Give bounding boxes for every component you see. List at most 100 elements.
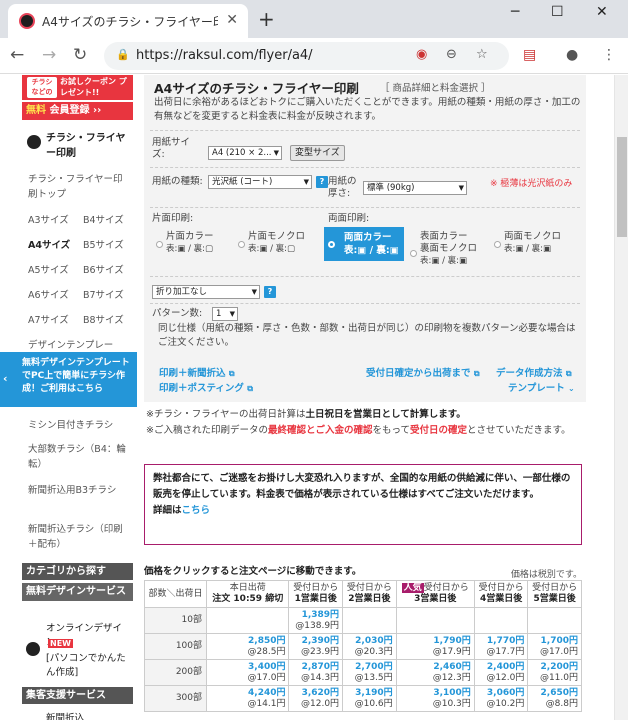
single-color-radio[interactable] (156, 241, 163, 248)
double-mono-radio[interactable] (494, 241, 501, 248)
chevron-left-icon[interactable]: ‹ (3, 372, 8, 385)
menu-icon[interactable]: ⋮ (602, 47, 616, 63)
sidebar-item-size[interactable]: B7サイズ (83, 287, 124, 301)
maximize-icon[interactable]: ☐ (551, 4, 564, 20)
price-cell (395, 607, 475, 634)
sidebar-item-flyer-top[interactable]: チラシ・フライヤー印刷トップ (28, 172, 128, 202)
price-cell (473, 607, 529, 634)
sidebar-item-mishin[interactable]: ミシン目付きチラシ (28, 417, 113, 431)
single-color-option[interactable]: 片面カラー 表:▣ / 裏:▢ (166, 231, 214, 255)
price-cell[interactable]: 3,400円 @17.0円 (205, 659, 290, 686)
help-icon[interactable]: ? (264, 286, 276, 298)
single-mono-radio[interactable] (238, 241, 245, 248)
price-cell[interactable]: 2,460円 @12.3円 (395, 659, 475, 686)
price-cell[interactable]: 2,700円 @13.5円 (342, 659, 397, 686)
chevron-down-icon: ▼ (229, 310, 235, 318)
price-cell[interactable]: 2,390円 @23.9円 (288, 633, 344, 660)
page-scrollbar[interactable] (614, 75, 628, 720)
sidebar-item-size[interactable]: B4サイズ (83, 212, 124, 226)
supply-notice-box: 弊社都合にて、ご迷惑をお掛けし大変恐れ入りますが、全国的な用紙の供給減に伴い、一… (144, 464, 582, 545)
data-method-link[interactable]: データ作成方法 ⧉ (496, 365, 572, 379)
notice-detail-link[interactable]: こちら (182, 505, 211, 516)
price-cell[interactable]: 3,620円 @12.0円 (288, 685, 344, 712)
sidebar-item-newspaper[interactable]: 新聞折込 (46, 710, 84, 720)
back-icon[interactable]: ← (10, 45, 24, 65)
fold-select[interactable]: 折り加工なし ▼ (152, 285, 260, 299)
print-posting-link[interactable]: 印刷＋ポスティング ⧉ (159, 380, 253, 394)
double-color-option[interactable]: 両面カラー 表:▣ / 裏:▣ (324, 227, 404, 261)
price-cell[interactable]: 2,870円 @14.3円 (288, 659, 344, 686)
double-color-radio[interactable] (328, 241, 335, 248)
help-icon[interactable]: ? (316, 176, 328, 188)
ship-after-link[interactable]: 受付日確定から出荷まで ⧉ (366, 365, 480, 379)
price-column-header: 人気 受付日から 3営業日後 (395, 580, 475, 608)
price-cell[interactable]: 3,190円 @10.6円 (342, 685, 397, 712)
price-cell[interactable]: 3,100円 @10.3円 (395, 685, 475, 712)
star-icon[interactable]: ☆ (476, 47, 488, 62)
thickness-label: 用紙の厚さ: (328, 176, 357, 199)
sidebar-item-online-design[interactable]: オンラインデザイン NEW [パソコンでかんたん作成] (22, 622, 133, 682)
price-cell[interactable]: 2,030円 @20.3円 (342, 633, 397, 660)
front-color-radio[interactable] (410, 250, 417, 257)
price-cell[interactable]: 2,400円 @12.0円 (473, 659, 529, 686)
price-cell[interactable]: 2,200円 @11.0円 (527, 659, 582, 686)
sidebar-item-size[interactable]: A7サイズ (28, 312, 69, 326)
pattern-select[interactable]: 1 ▼ (212, 307, 238, 321)
sidebar-item-size[interactable]: A5サイズ (28, 262, 69, 276)
promo-trial-text: お試しクーポン プレゼント!! (60, 77, 127, 97)
price-cell[interactable]: 2,850円 @28.5円 (205, 633, 290, 660)
external-link-icon: ⧉ (473, 369, 480, 378)
promo-banner[interactable]: チラシ などの お試しクーポン プレゼント!! 無料 会員登録 ›› (22, 75, 133, 120)
sidebar-item-size[interactable]: A6サイズ (28, 287, 69, 301)
custom-size-button[interactable]: 変型サイズ (290, 145, 345, 161)
address-bar[interactable]: 🔒 https://raksul.com/flyer/a4/ ◉ ⊖ ☆ (104, 42, 509, 70)
sidebar-item-size[interactable]: A4サイズ (28, 237, 70, 251)
pdf-icon[interactable]: ▤ (523, 47, 536, 63)
sidebar-item-newspaper-insert[interactable]: 新聞折込チラシ（印刷＋配布） (28, 522, 128, 552)
quantity-cell: 100部 (144, 633, 207, 660)
table-row: 100部 2,850円 @28.5円 2,390円 @23.9円 2,030円 @20.3円… (144, 633, 582, 660)
window-close-icon[interactable]: ✕ (596, 4, 608, 20)
price-cell[interactable]: 1,389円 @138.9円 (288, 607, 344, 634)
zoom-icon[interactable]: ⊖ (446, 47, 457, 62)
new-tab-button[interactable]: + (258, 7, 275, 31)
price-cell[interactable]: 2,650円 @8.8円 (527, 685, 582, 712)
account-icon[interactable]: ● (566, 47, 578, 63)
url-text[interactable]: https://raksul.com/flyer/a4/ (136, 48, 313, 63)
pattern-note: 同じ仕様（用紙の種類・厚さ・色数・部数・出荷日が同じ）の印刷物を複数パターン必要… (158, 323, 576, 348)
template-link[interactable]: テンプレート ⌄ (508, 380, 575, 394)
browser-tab[interactable]: A4サイズのチラシ・フライヤー印刷料金 ✕ (8, 4, 248, 38)
sidebar-item-size[interactable]: B8サイズ (83, 312, 124, 326)
price-table: 部数＼出荷日 本日出荷 注文 10:59 締切 受付日から 1営業日後 受付日から 2営業… (144, 580, 582, 712)
close-tab-icon[interactable]: ✕ (226, 12, 238, 28)
thickness-select[interactable]: 標準 (90kg) ▼ (363, 181, 467, 195)
quantity-cell: 200部 (144, 659, 207, 686)
price-cell[interactable]: 4,240円 @14.1円 (205, 685, 290, 712)
extension-icon[interactable]: ◉ (416, 47, 427, 62)
sidebar-item-size[interactable]: B6サイズ (83, 262, 124, 276)
scrollbar-thumb[interactable] (617, 137, 627, 237)
price-cell[interactable]: 1,790円 @17.9円 (395, 633, 475, 660)
sidebar-item-design-template[interactable]: デザインテンプレー (28, 337, 113, 351)
sidebar-item-size[interactable]: A3サイズ (28, 212, 69, 226)
divider (150, 167, 580, 168)
single-mono-option[interactable]: 片面モノクロ 表:▣ / 裏:▢ (248, 231, 305, 255)
minimize-icon[interactable]: ─ (511, 4, 519, 20)
price-column-header: 受付日から 2営業日後 (342, 580, 397, 608)
front-color-back-mono-option[interactable]: 表面カラー 裏面モノクロ 表:▣ / 裏:▣ (420, 231, 477, 267)
price-cell[interactable]: 1,770円 @17.7円 (473, 633, 529, 660)
paper-type-select[interactable]: 光沢紙 (コート) ▼ (208, 175, 312, 189)
sidebar-item-newspaper-b3[interactable]: 新聞折込用B3チラシ (28, 483, 128, 498)
reload-icon[interactable]: ↻ (73, 45, 87, 65)
double-mono-option[interactable]: 両面モノクロ 表:▣ / 裏:▣ (504, 231, 561, 255)
paper-size-select[interactable]: A4 (210 × 2... ▼ (208, 146, 282, 160)
sidebar-marketing-header: 集客支援サービス (22, 687, 133, 704)
price-cell[interactable]: 1,700円 @17.0円 (527, 633, 582, 660)
free-template-banner[interactable]: ‹ 無料デザインテンプレートでPC上で簡単にチラシ作成！ご利用はこちら (0, 352, 137, 407)
sidebar-item-size[interactable]: B5サイズ (83, 237, 124, 251)
print-insert-link[interactable]: 印刷＋新聞折込 ⧉ (159, 365, 235, 379)
lock-icon[interactable]: 🔒 (116, 48, 130, 61)
sidebar-item-large-volume[interactable]: 大部数チラシ（B4：輪転） (28, 442, 128, 472)
forward-icon[interactable]: → (42, 45, 56, 65)
price-cell[interactable]: 3,060円 @10.2円 (473, 685, 529, 712)
